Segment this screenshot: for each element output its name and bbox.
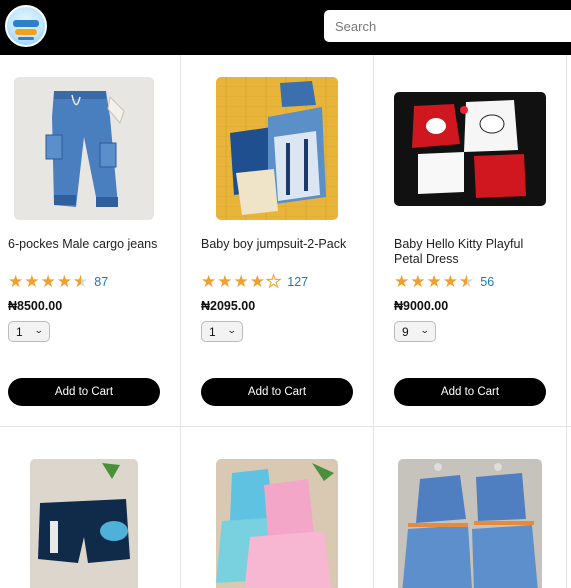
star-empty-icon: ★ [265, 272, 282, 291]
star-icon: ★ [442, 272, 458, 291]
quantity-select[interactable]: 1 ⌄ [201, 321, 243, 342]
star-icon: ★ [249, 272, 265, 291]
chevron-down-icon: ⌄ [227, 325, 238, 335]
quantity-value: 9 [402, 324, 409, 339]
star-icon: ★ [8, 272, 24, 291]
chevron-down-icon: ⌄ [34, 325, 45, 335]
product-image[interactable] [398, 459, 542, 588]
star-icon: ★ [394, 272, 410, 291]
rating-count[interactable]: 56 [480, 275, 494, 289]
product-rating: ★ ★ ★ ★ ★ 127 [201, 272, 308, 291]
star-icon: ★ [201, 272, 217, 291]
logo-mark [13, 20, 39, 27]
product-image[interactable] [14, 77, 154, 220]
add-to-cart-button[interactable]: Add to Cart [8, 378, 160, 406]
denim-dress-image [398, 459, 542, 588]
quantity-value: 1 [209, 324, 216, 339]
search-input[interactable] [324, 10, 571, 42]
grid-divider [0, 426, 571, 427]
rating-count[interactable]: 87 [94, 275, 108, 289]
product-title[interactable]: Baby boy jumpsuit-2-Pack [201, 237, 351, 252]
rating-stars: ★ ★ ★ ★ ★ [8, 272, 88, 292]
product-rating: ★ ★ ★ ★ ★ 87 [8, 272, 108, 292]
dress-image [394, 92, 546, 206]
product-price: ₦8500.00 [8, 299, 63, 313]
product-image[interactable] [216, 459, 338, 588]
product-price: ₦2095.00 [201, 299, 256, 313]
grid-divider [180, 55, 181, 588]
store-logo[interactable] [5, 5, 47, 47]
shorts-image [30, 459, 138, 588]
jumpsuit-image [216, 77, 338, 220]
star-icon: ★ [217, 272, 233, 291]
product-image[interactable] [394, 92, 546, 206]
star-icon: ★ [426, 272, 442, 291]
logo-mark [18, 37, 34, 40]
add-to-cart-button[interactable]: Add to Cart [394, 378, 546, 406]
product-title[interactable]: Baby Hello Kitty Playful Petal Dress [394, 237, 544, 267]
star-half-icon: ★ [73, 273, 88, 292]
product-image[interactable] [216, 77, 338, 220]
star-half-icon: ★ [459, 273, 474, 292]
quantity-select[interactable]: 9 ⌄ [394, 321, 436, 342]
star-icon: ★ [40, 272, 56, 291]
quantity-value: 1 [16, 324, 23, 339]
product-title[interactable]: 6-pockes Male cargo jeans [8, 237, 158, 252]
chevron-down-icon: ⌄ [420, 325, 431, 335]
grid-divider [373, 55, 374, 588]
grid-divider [566, 55, 567, 588]
product-image[interactable] [30, 459, 138, 588]
star-icon: ★ [410, 272, 426, 291]
star-icon: ★ [24, 272, 40, 291]
tutu-dress-image [216, 459, 338, 588]
product-price: ₦9000.00 [394, 299, 449, 313]
top-bar [0, 0, 571, 55]
rating-stars: ★ ★ ★ ★ ★ [394, 272, 474, 292]
rating-stars: ★ ★ ★ ★ ★ [201, 272, 282, 291]
star-icon: ★ [56, 272, 72, 291]
product-rating: ★ ★ ★ ★ ★ 56 [394, 272, 494, 292]
jeans-image [14, 77, 154, 220]
logo-mark [15, 29, 37, 35]
add-to-cart-button[interactable]: Add to Cart [201, 378, 353, 406]
quantity-select[interactable]: 1 ⌄ [8, 321, 50, 342]
rating-count[interactable]: 127 [287, 275, 308, 289]
star-icon: ★ [233, 272, 249, 291]
